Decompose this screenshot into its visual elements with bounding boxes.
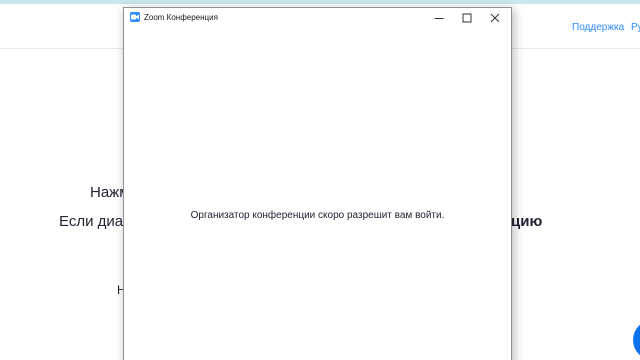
minimize-icon: [434, 18, 444, 19]
maximize-button[interactable]: [453, 8, 481, 28]
close-icon: [490, 13, 500, 23]
window-title-bar[interactable]: Zoom Конференция: [124, 8, 511, 28]
zoom-meeting-window: Zoom Конференция Организатор конференции…: [123, 7, 512, 360]
maximize-icon: [462, 13, 472, 23]
page-dialog-hint-link[interactable]: цию: [511, 213, 542, 230]
page-dialog-hint-text: Если диал: [59, 213, 132, 230]
screen: n Поддержка Ру Нажм Если диал цию Н Zoom…: [0, 0, 640, 360]
chat-button[interactable]: [633, 320, 640, 360]
minimize-button[interactable]: [425, 8, 453, 28]
waiting-room-message: Организатор конференции скоро разрешит в…: [190, 210, 445, 221]
close-button[interactable]: [481, 8, 509, 28]
zoom-camera-icon: [130, 12, 140, 22]
window-title: Zoom Конференция: [144, 13, 218, 22]
zoom-logo[interactable]: n: [0, 16, 1, 40]
nav-language-link[interactable]: Ру: [631, 22, 640, 34]
nav-support-link[interactable]: Поддержка: [572, 22, 624, 34]
